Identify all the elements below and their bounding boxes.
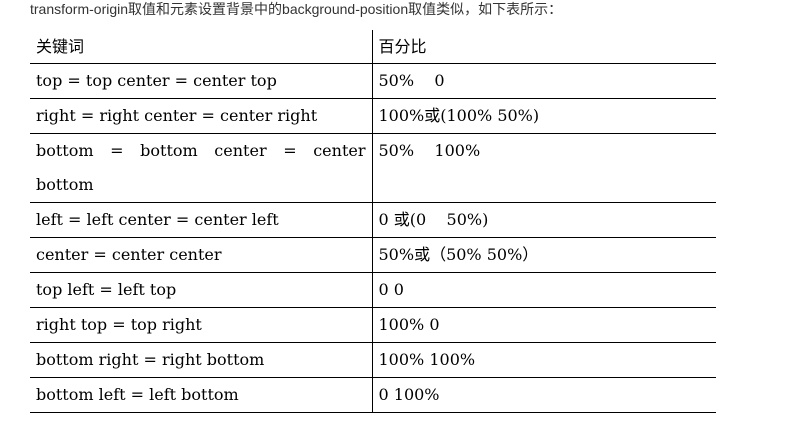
percentage-cell: 0 或(0 50%) <box>372 202 716 238</box>
percentage-cell: 50% 0 <box>372 63 716 99</box>
percentage-cell: 100%或(100% 50%) <box>372 98 716 134</box>
table-row: bottom right = right bottom 100% 100% <box>30 342 716 378</box>
percentage-cell: 100% 100% <box>372 342 716 378</box>
table-row: center = center center 50%或（50% 50%） <box>30 237 716 273</box>
keyword-cell: right top = top right <box>30 307 373 343</box>
keyword-cell: center = center center <box>30 237 373 273</box>
percentage-cell: 100% 0 <box>372 307 716 343</box>
table-row: left = left center = center left 0 或(0 5… <box>30 202 716 238</box>
keyword-cell: bottom left = left bottom <box>30 377 373 413</box>
keyword-cell: right = right center = center right <box>30 98 373 134</box>
keyword-percentage-table: 关键词 百分比 top = top center = center top 50… <box>30 30 716 413</box>
keyword-cell: top left = left top <box>30 272 373 308</box>
table-header-row: 关键词 百分比 <box>30 30 716 64</box>
header-percentage: 百分比 <box>372 30 716 64</box>
percentage-cell: 50%或（50% 50%） <box>372 237 716 273</box>
table-row: bottom left = left bottom 0 100% <box>30 377 716 413</box>
table-row: right top = top right 100% 0 <box>30 307 716 343</box>
table-row: top = top center = center top 50% 0 <box>30 63 716 99</box>
keyword-cell: bottom right = right bottom <box>30 342 373 378</box>
header-keyword: 关键词 <box>30 30 373 64</box>
table-row: bottom = bottom center = center bottom 5… <box>30 133 716 203</box>
percentage-cell: 0 0 <box>372 272 716 308</box>
keyword-cell: left = left center = center left <box>30 202 373 238</box>
intro-text: transform-origin取值和元素设置背景中的background-po… <box>30 1 563 17</box>
table-row: right = right center = center right 100%… <box>30 98 716 134</box>
table-row: top left = left top 0 0 <box>30 272 716 308</box>
percentage-cell: 0 100% <box>372 377 716 413</box>
keyword-cell: top = top center = center top <box>30 63 373 99</box>
percentage-cell: 50% 100% <box>372 133 716 203</box>
keyword-cell: bottom = bottom center = center bottom <box>30 133 373 203</box>
